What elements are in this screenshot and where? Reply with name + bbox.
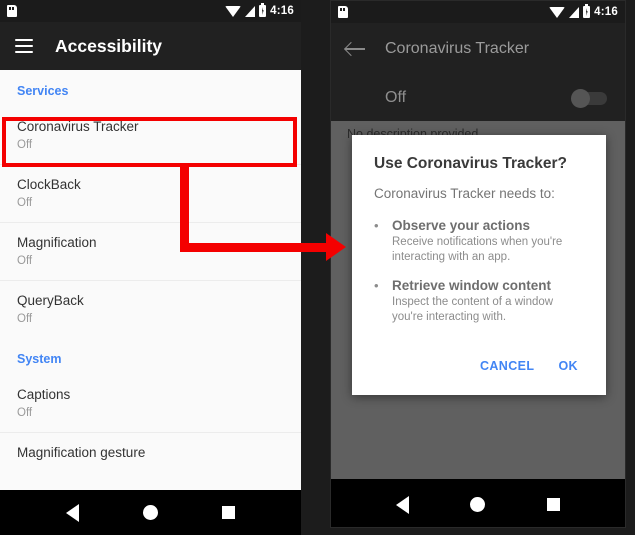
cell-signal-icon — [569, 6, 580, 18]
list-item-title: Magnification — [17, 235, 97, 250]
bullet-content: Observe your actions Receive notificatio… — [392, 217, 584, 264]
service-toggle-row[interactable]: Off — [331, 75, 625, 121]
list-item-magnification-gesture[interactable]: Magnification gesture — [0, 433, 301, 473]
accessibility-settings-list[interactable]: Services Coronavirus Tracker Off ClockBa… — [0, 70, 301, 490]
bullet-description: Receive notifications when you're intera… — [392, 236, 563, 263]
nav-back-icon[interactable] — [66, 503, 79, 522]
battery-charging-icon — [583, 4, 591, 18]
dialog-action-bar: CANCEL OK — [374, 337, 584, 387]
list-item-magnification[interactable]: Magnification Off — [0, 223, 301, 281]
list-item-status: Off — [17, 407, 33, 419]
back-arrow-icon[interactable] — [345, 42, 365, 56]
status-bar-left-icons — [338, 6, 348, 18]
clock-text: 4:16 — [594, 6, 618, 18]
right-phone-screen: 4:16 Coronavirus Tracker Off No descript… — [330, 0, 626, 528]
status-bar-left-icons — [7, 5, 17, 17]
list-item-clockback[interactable]: ClockBack Off — [0, 165, 301, 223]
left-navigation-bar[interactable] — [0, 490, 301, 535]
right-navigation-bar[interactable] — [331, 482, 625, 527]
status-bar-right: 4:16 — [331, 1, 625, 23]
section-header-services: Services — [17, 84, 69, 98]
left-app-bar: Accessibility — [0, 22, 301, 70]
page-title: Accessibility — [55, 35, 162, 56]
bullet-content: Retrieve window content Inspect the cont… — [392, 277, 584, 324]
list-item-coronavirus-tracker[interactable]: Coronavirus Tracker Off — [0, 107, 301, 165]
nav-recents-icon[interactable] — [547, 498, 561, 511]
list-item-title: Coronavirus Tracker — [17, 119, 139, 134]
sd-card-icon — [338, 6, 348, 18]
list-item-status: Off — [17, 255, 33, 267]
ok-button[interactable]: OK — [558, 359, 578, 373]
list-item-title: ClockBack — [17, 177, 81, 192]
nav-recents-icon[interactable] — [222, 506, 235, 519]
bullet-heading: Retrieve window content — [392, 278, 552, 293]
screenshot-root: 4:16 Accessibility Services Coronavirus … — [0, 0, 635, 535]
bullet-dot-icon: • — [374, 218, 379, 233]
list-item-title: Magnification gesture — [17, 445, 146, 460]
status-bar-left: 4:16 — [0, 0, 301, 22]
wifi-icon — [225, 5, 242, 17]
dialog-bullet-observe-actions: • Observe your actions Receive notificat… — [374, 217, 584, 264]
status-bar-right-icons: 4:16 — [225, 3, 294, 17]
service-page-title: Coronavirus Tracker — [385, 40, 530, 57]
nav-home-icon[interactable] — [143, 505, 158, 520]
list-item-title: QueryBack — [17, 293, 84, 308]
status-bar-right-icons: 4:16 — [549, 4, 618, 18]
list-item-status: Off — [17, 197, 33, 209]
service-toggle-switch[interactable] — [571, 89, 607, 108]
cell-signal-icon — [245, 5, 256, 17]
list-item-title: Captions — [17, 387, 71, 402]
dialog-bullet-retrieve-window-content: • Retrieve window content Inspect the co… — [374, 277, 584, 324]
section-header-system: System — [17, 352, 62, 366]
cancel-button[interactable]: CANCEL — [480, 359, 534, 373]
list-item-queryback[interactable]: QueryBack Off — [0, 281, 301, 338]
service-toggle-label: Off — [385, 89, 407, 106]
permission-dialog: Use Coronavirus Tracker? Coronavirus Tra… — [352, 135, 606, 395]
bullet-dot-icon: • — [374, 278, 379, 293]
hamburger-menu-icon[interactable] — [15, 39, 33, 53]
clock-text: 4:16 — [270, 5, 294, 17]
sd-card-icon — [7, 5, 17, 17]
list-item-status: Off — [17, 313, 33, 325]
list-item-status: Off — [17, 139, 33, 151]
left-phone-screen: 4:16 Accessibility Services Coronavirus … — [0, 0, 301, 535]
list-item-captions[interactable]: Captions Off — [0, 375, 301, 433]
dialog-title: Use Coronavirus Tracker? — [374, 155, 567, 172]
nav-home-icon[interactable] — [470, 497, 486, 512]
bullet-heading: Observe your actions — [392, 218, 531, 233]
wifi-icon — [549, 6, 566, 18]
dialog-subtitle: Coronavirus Tracker needs to: — [374, 186, 555, 201]
right-app-bar: Coronavirus Tracker — [331, 23, 625, 75]
switch-thumb — [571, 89, 590, 108]
nav-back-icon[interactable] — [395, 495, 409, 514]
bullet-description: Inspect the content of a window you're i… — [392, 296, 554, 323]
battery-charging-icon — [259, 3, 267, 17]
